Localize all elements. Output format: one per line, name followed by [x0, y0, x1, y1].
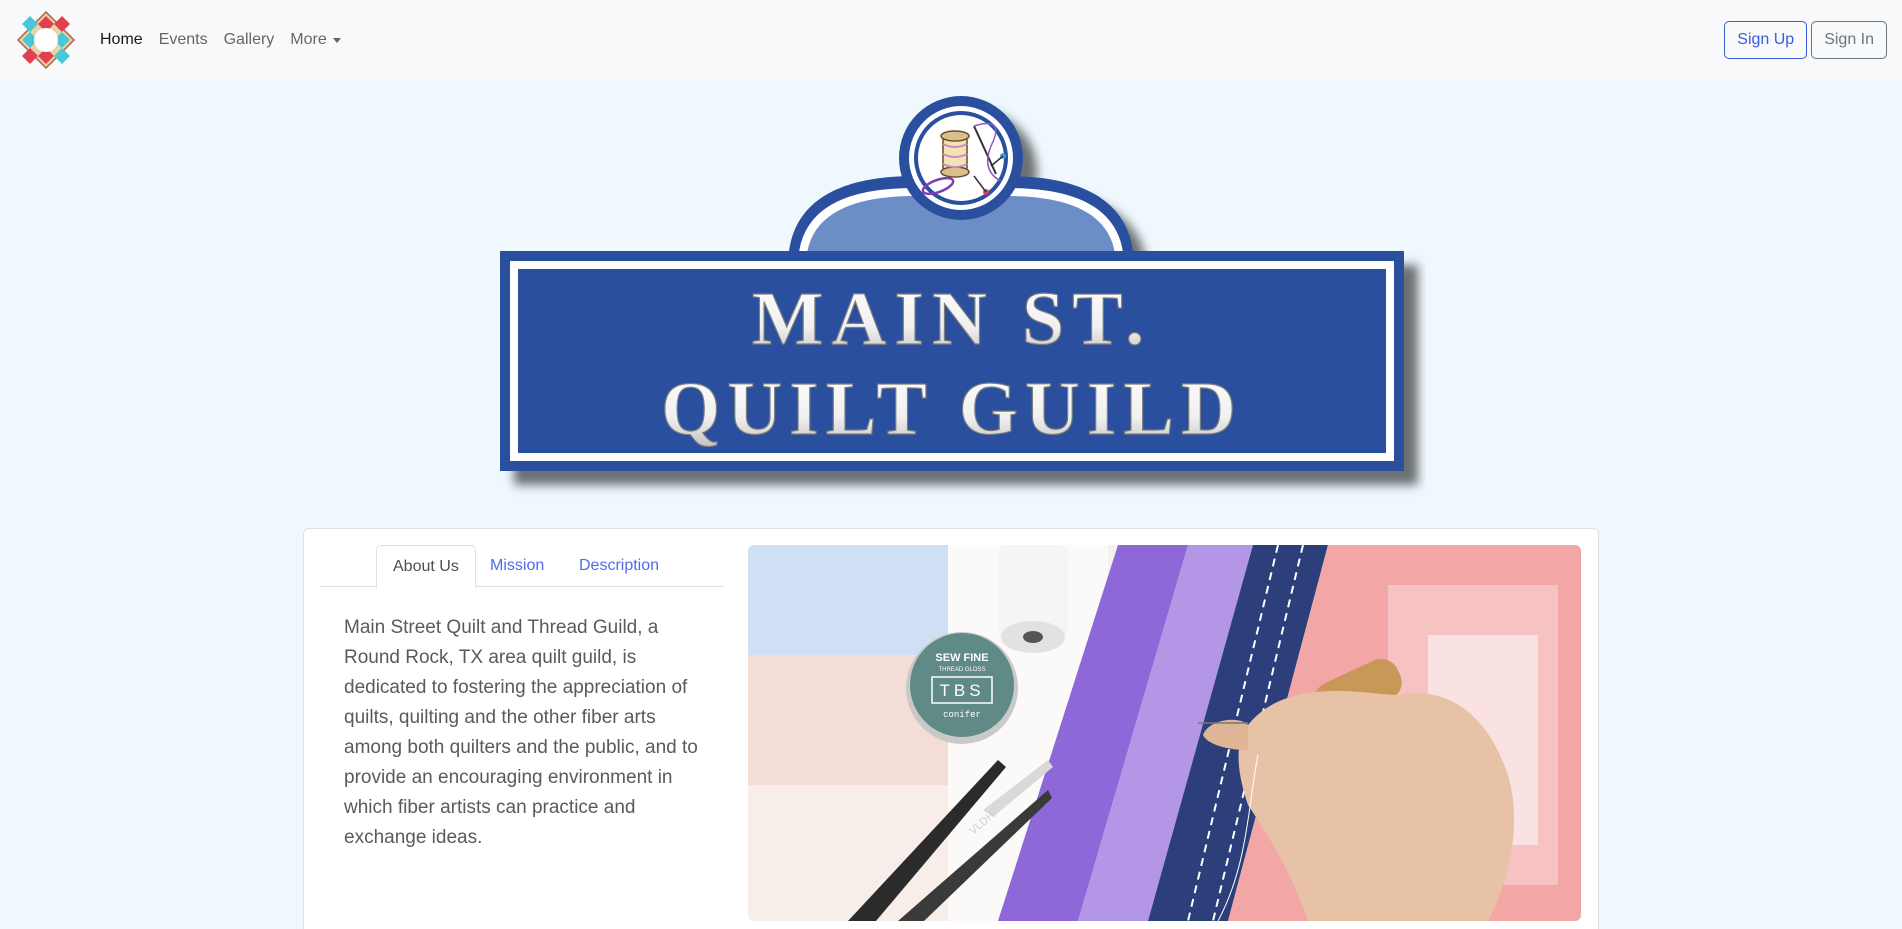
- about-text: Main Street Quilt and Thread Guild, a Ro…: [344, 617, 698, 848]
- nav-more-label: More: [290, 31, 327, 48]
- thread-gloss-tin: SEW FINE THREAD GLOSS TBS conifer: [906, 632, 1018, 744]
- tin-brand: SEW FINE: [935, 652, 988, 664]
- sign-in-button[interactable]: Sign In: [1811, 21, 1887, 59]
- guild-logo-sign: MAIN ST. QUILT GUILD: [500, 96, 1404, 471]
- main-nav: Home Events Gallery More: [92, 0, 349, 80]
- about-card: About Us Mission Description Main Street…: [303, 528, 1599, 929]
- tin-sub: THREAD GLOSS: [938, 667, 985, 673]
- nav-gallery-link[interactable]: Gallery: [216, 31, 283, 49]
- logo-line2: QUILT GUILD: [661, 367, 1243, 451]
- sign-up-button[interactable]: Sign Up: [1724, 21, 1808, 59]
- caret-down-icon: [332, 37, 341, 43]
- quilting-photo: SEW FINE THREAD GLOSS TBS conifer VLDH: [748, 545, 1581, 921]
- auth-buttons: Sign Up Sign In: [1724, 21, 1887, 59]
- tab-description[interactable]: Description: [563, 545, 675, 587]
- nav-more-dropdown[interactable]: More: [282, 31, 348, 49]
- thread-spool: [998, 545, 1068, 653]
- nav-events-link[interactable]: Events: [151, 31, 216, 49]
- nav-home-link[interactable]: Home: [92, 31, 151, 49]
- tin-logo: TBS: [939, 681, 984, 700]
- tin-flavor: conifer: [943, 710, 981, 720]
- tab-mission[interactable]: Mission: [474, 545, 560, 587]
- quilt-block-logo-icon[interactable]: [16, 10, 76, 70]
- tab-about-us[interactable]: About Us: [376, 545, 476, 588]
- top-navbar: Home Events Gallery More Sign Up Sign In: [0, 0, 1902, 80]
- about-tabs: About Us Mission Description: [320, 545, 724, 588]
- logo-line1: MAIN ST.: [752, 277, 1152, 361]
